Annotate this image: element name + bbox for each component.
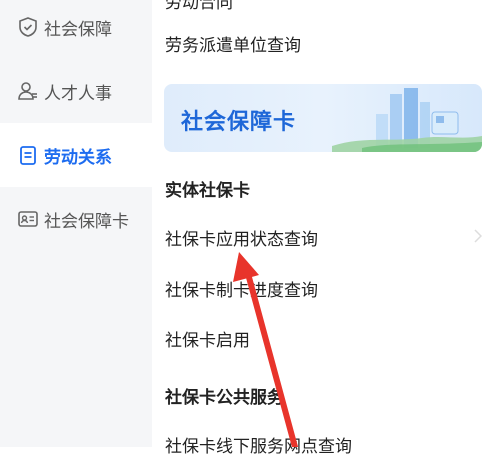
chevron-right-icon	[474, 229, 482, 243]
social-security-card-banner[interactable]: 社会保障卡	[164, 84, 482, 152]
shield-check-icon	[19, 17, 37, 37]
service-item-card-status-query[interactable]: 社保卡应用状态查询	[165, 225, 318, 250]
sidebar-item-label: 人才人事	[44, 83, 112, 104]
sidebar-item-labor-relations[interactable]: 劳动关系	[0, 123, 152, 187]
sidebar-item-social-security[interactable]: 社会保障	[0, 0, 152, 59]
service-item-card-progress-query[interactable]: 社保卡制卡进度查询	[165, 276, 318, 301]
id-card-icon	[18, 211, 38, 227]
sidebar-item-label: 社会保障卡	[44, 211, 129, 232]
city-illustration-icon	[332, 88, 482, 152]
banner-title: 社会保障卡	[181, 110, 297, 135]
section-title-physical-card: 实体社保卡	[165, 181, 250, 201]
sidebar-item-label: 劳动关系	[44, 147, 112, 168]
category-sidebar: 社会保障 人才人事 劳动关系 社会保障卡	[0, 0, 152, 447]
sidebar-item-social-security-card[interactable]: 社会保障卡	[0, 187, 152, 251]
service-item-dispatch-unit-query[interactable]: 劳务派遣单位查询	[165, 31, 301, 56]
service-item-cut[interactable]: 劳动合同	[165, 0, 233, 13]
person-icon	[18, 82, 37, 100]
section-title-public-service: 社保卡公共服务	[165, 388, 284, 408]
document-icon	[20, 146, 36, 165]
service-list: 劳动合同 劳务派遣单位查询 社会保障卡 实体社保卡 社保卡应用状态查询 社保卡制…	[152, 0, 488, 457]
sidebar-item-label: 社会保障	[44, 19, 112, 40]
sidebar-item-talent-personnel[interactable]: 人才人事	[0, 59, 152, 123]
service-item-offline-outlet-query[interactable]: 社保卡线下服务网点查询	[165, 432, 352, 457]
service-item-card-activation[interactable]: 社保卡启用	[165, 326, 250, 351]
